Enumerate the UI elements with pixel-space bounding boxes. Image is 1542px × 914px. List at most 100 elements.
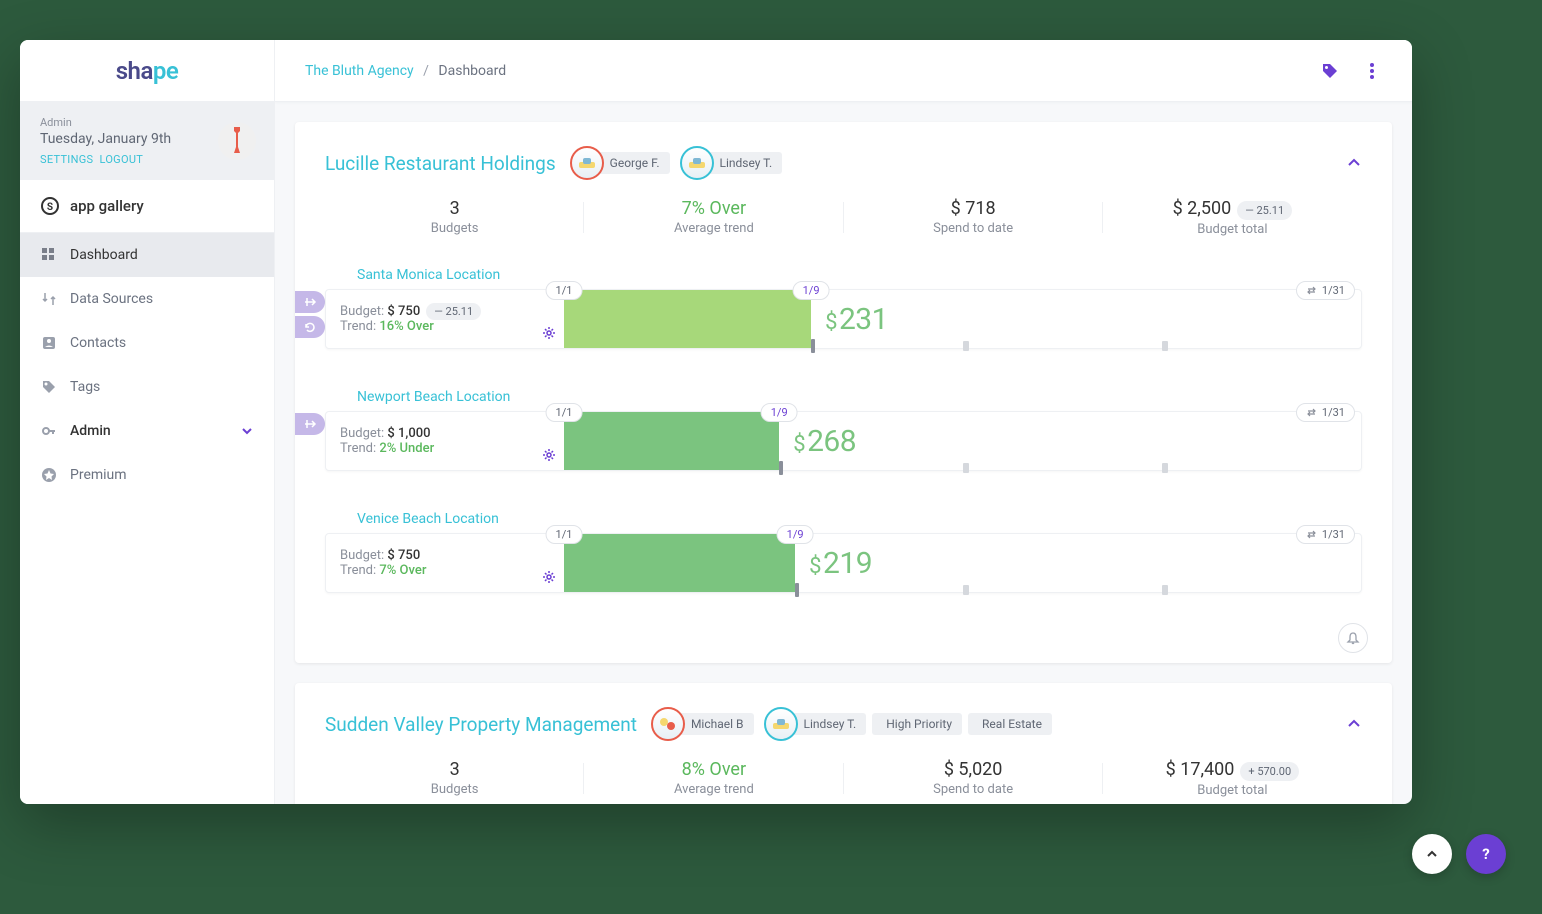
tag-icon (40, 378, 58, 396)
nav-data-sources-label: Data Sources (70, 291, 153, 307)
nav-tags[interactable]: Tags (20, 365, 274, 409)
person-chip[interactable]: Lindsey T. (764, 707, 867, 741)
breadcrumb-current: Dashboard (438, 63, 506, 79)
avatar-icon (651, 707, 685, 741)
tag-action-icon[interactable] (1320, 61, 1340, 81)
user-avatar[interactable] (218, 122, 256, 160)
repeat-icon (1306, 407, 1317, 418)
card-title[interactable]: Lucille Restaurant Holdings (325, 152, 556, 175)
fab-up[interactable] (1412, 834, 1452, 874)
nav-admin-label: Admin (70, 423, 111, 439)
nav-data-sources[interactable]: Data Sources (20, 277, 274, 321)
collapse-icon[interactable] (1346, 716, 1362, 732)
spend-value: $268 (793, 424, 856, 459)
card-title[interactable]: Sudden Valley Property Management (325, 713, 637, 736)
svg-text:S: S (47, 202, 53, 213)
stat-budgets: 3 Budgets (325, 759, 584, 798)
location-name[interactable]: Venice Beach Location (357, 511, 1362, 527)
content: Lucille Restaurant Holdings George F. Li… (275, 102, 1412, 804)
nav: Dashboard Data Sources Contacts Tags Adm… (20, 233, 274, 804)
bell-button[interactable] (1338, 623, 1368, 653)
nav-contacts[interactable]: Contacts (20, 321, 274, 365)
nav-dashboard-label: Dashboard (70, 247, 138, 263)
location-block: Venice Beach Location Budget: $ 750 Tren… (325, 511, 1362, 593)
user-role: Admin (40, 116, 254, 129)
plane-icon[interactable] (295, 291, 325, 313)
repeat-icon (1306, 285, 1317, 296)
collapse-icon[interactable] (1346, 155, 1362, 171)
nav-premium-label: Premium (70, 467, 127, 483)
gear-icon[interactable] (542, 570, 556, 584)
tag-chip[interactable]: Real Estate (972, 707, 1052, 741)
location-block: Santa Monica Location Budget: $ 750— 25.… (325, 267, 1362, 349)
stat-spend: $ 718 Spend to date (844, 198, 1103, 237)
user-info: Admin Tuesday, January 9th SETTINGS LOGO… (20, 102, 274, 180)
location-name[interactable]: Santa Monica Location (357, 267, 1362, 283)
stat-avg-trend: 7% Over Average trend (584, 198, 843, 237)
refresh-icon[interactable] (295, 316, 325, 338)
location-row: Budget: $ 1,000 Trend: 2% Under 1/1 1/9 … (325, 411, 1362, 471)
spend-value: $231 (825, 302, 888, 337)
date-end: 1/31 (1296, 281, 1355, 300)
settings-link[interactable]: SETTINGS (40, 153, 93, 166)
date-start: 1/1 (546, 281, 583, 300)
stat-budgets: 3 Budgets (325, 198, 584, 237)
location-row: Budget: $ 750 Trend: 7% Over 1/1 1/9 1/3… (325, 533, 1362, 593)
stat-spend: $ 5,020 Spend to date (844, 759, 1103, 798)
avatar-icon (680, 146, 714, 180)
gallery-icon: S (40, 196, 60, 216)
gear-icon[interactable] (542, 326, 556, 340)
sidebar: shape Admin Tuesday, January 9th SETTING… (20, 40, 275, 804)
location-info: Budget: $ 750 Trend: 7% Over (326, 534, 564, 592)
fab-help[interactable]: ? (1466, 834, 1506, 874)
person-chip[interactable]: Michael B (651, 707, 754, 741)
contact-icon (40, 334, 58, 352)
grid-icon (40, 246, 58, 264)
plane-icon[interactable] (295, 413, 325, 435)
date-marker: 1/9 (793, 281, 830, 300)
svg-text:?: ? (1482, 845, 1489, 863)
date-end: 1/31 (1296, 525, 1355, 544)
client-card-2: Sudden Valley Property Management Michae… (295, 683, 1392, 804)
nav-premium[interactable]: Premium (20, 453, 274, 497)
chevron-down-icon (240, 424, 254, 438)
date-start: 1/1 (546, 525, 583, 544)
repeat-icon (1306, 529, 1317, 540)
location-info: Budget: $ 750— 25.11 Trend: 16% Over (326, 290, 564, 348)
key-icon (40, 422, 58, 440)
stat-total: $ 17,400+ 570.00 Budget total (1103, 759, 1362, 798)
date-end: 1/31 (1296, 403, 1355, 422)
more-icon[interactable] (1362, 61, 1382, 81)
location-info: Budget: $ 1,000 Trend: 2% Under (326, 412, 564, 470)
date-start: 1/1 (546, 403, 583, 422)
app-gallery-link[interactable]: S app gallery (20, 180, 274, 233)
stat-total: $ 2,500— 25.11 Budget total (1103, 198, 1362, 237)
star-icon (40, 466, 58, 484)
date-marker: 1/9 (777, 525, 814, 544)
nav-dashboard[interactable]: Dashboard (20, 233, 274, 277)
tag-chip[interactable]: High Priority (876, 707, 962, 741)
breadcrumb: The Bluth Agency / Dashboard (305, 63, 1320, 79)
progress-bar: 1/1 1/9 1/31 $231 (564, 290, 1361, 348)
avatar-icon (570, 146, 604, 180)
topbar: The Bluth Agency / Dashboard (275, 40, 1412, 102)
progress-bar: 1/1 1/9 1/31 $268 (564, 412, 1361, 470)
logout-link[interactable]: LOGOUT (99, 153, 143, 166)
person-chip[interactable]: George F. (570, 146, 670, 180)
stat-avg-trend: 8% Over Average trend (584, 759, 843, 798)
location-block: Newport Beach Location Budget: $ 1,000 T… (325, 389, 1362, 471)
gear-icon[interactable] (542, 448, 556, 462)
arrows-icon (40, 290, 58, 308)
app-window: shape Admin Tuesday, January 9th SETTING… (20, 40, 1412, 804)
logo: shape (20, 40, 274, 102)
nav-contacts-label: Contacts (70, 335, 126, 351)
person-chip[interactable]: Lindsey T. (680, 146, 783, 180)
breadcrumb-agency[interactable]: The Bluth Agency (305, 63, 414, 79)
main-area: The Bluth Agency / Dashboard Lucille Res… (275, 40, 1412, 804)
spend-value: $219 (809, 546, 872, 581)
date-marker: 1/9 (761, 403, 798, 422)
nav-admin[interactable]: Admin (20, 409, 274, 453)
avatar-icon (764, 707, 798, 741)
location-row: Budget: $ 750— 25.11 Trend: 16% Over 1/1… (325, 289, 1362, 349)
location-name[interactable]: Newport Beach Location (357, 389, 1362, 405)
